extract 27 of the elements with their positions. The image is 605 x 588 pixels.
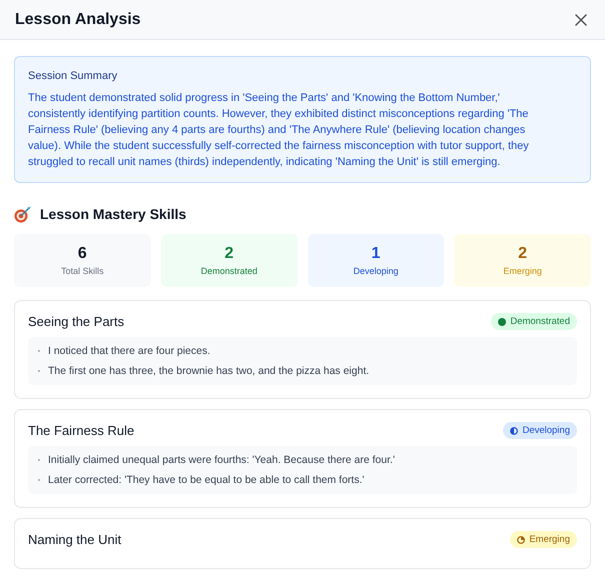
summary-title: Session Summary xyxy=(28,70,118,82)
stat-value: 6 xyxy=(78,245,87,263)
status-badge: Emerging xyxy=(510,531,577,548)
status-badge: Developing xyxy=(503,422,577,439)
evidence-text: Later corrected: 'They have to be equal to be able to call them forts.' xyxy=(48,474,364,486)
stat-label: Developing xyxy=(353,266,398,276)
evidence-text: I noticed that there are four pieces. xyxy=(48,345,210,357)
half-circle-icon xyxy=(510,426,518,434)
evidence-text: Initially claimed unequal parts were fourths: 'Yeah. Because there are four.' xyxy=(48,454,395,466)
target-icon xyxy=(14,205,32,223)
quarter-circle-icon xyxy=(517,536,526,544)
stat-value: 2 xyxy=(224,245,234,263)
skill-name: The Fairness Rule xyxy=(28,423,134,438)
skill-name: Naming the Unit xyxy=(28,532,122,547)
stat-label: Total Skills xyxy=(61,266,104,276)
stat-label: Emerging xyxy=(503,266,542,276)
stat-value: 2 xyxy=(518,245,528,263)
stat-value: 1 xyxy=(371,245,380,263)
stat-label: Demonstrated xyxy=(200,266,258,276)
dot-icon xyxy=(498,318,506,326)
evidence-text: The first one has three, the brownie has two, and the pizza has eight. xyxy=(48,365,370,377)
summary-text: The student demonstrated solid progress in 'Seeing the Parts' and 'Knowing the Bottom Number,' consistently identifying partition counts. However, they exhibited distinct misconceptions regarding 'The Fairness Rule' (believing any 4 parts are fourths) and 'The Anywhere Rule' (believing location changes value). While the student successfully self-corrected the fairness misconception with tutor support, they struggled to recall unit names (thirds) independently, indicating 'Naming the Unit' is still emerging. xyxy=(28,91,530,170)
window-title: Lesson Analysis xyxy=(15,10,141,28)
status-badge: Demonstrated xyxy=(491,313,577,330)
skill-name: Seeing the Parts xyxy=(28,314,124,329)
close-icon xyxy=(575,14,587,26)
section-title: Lesson Mastery Skills xyxy=(40,206,186,222)
